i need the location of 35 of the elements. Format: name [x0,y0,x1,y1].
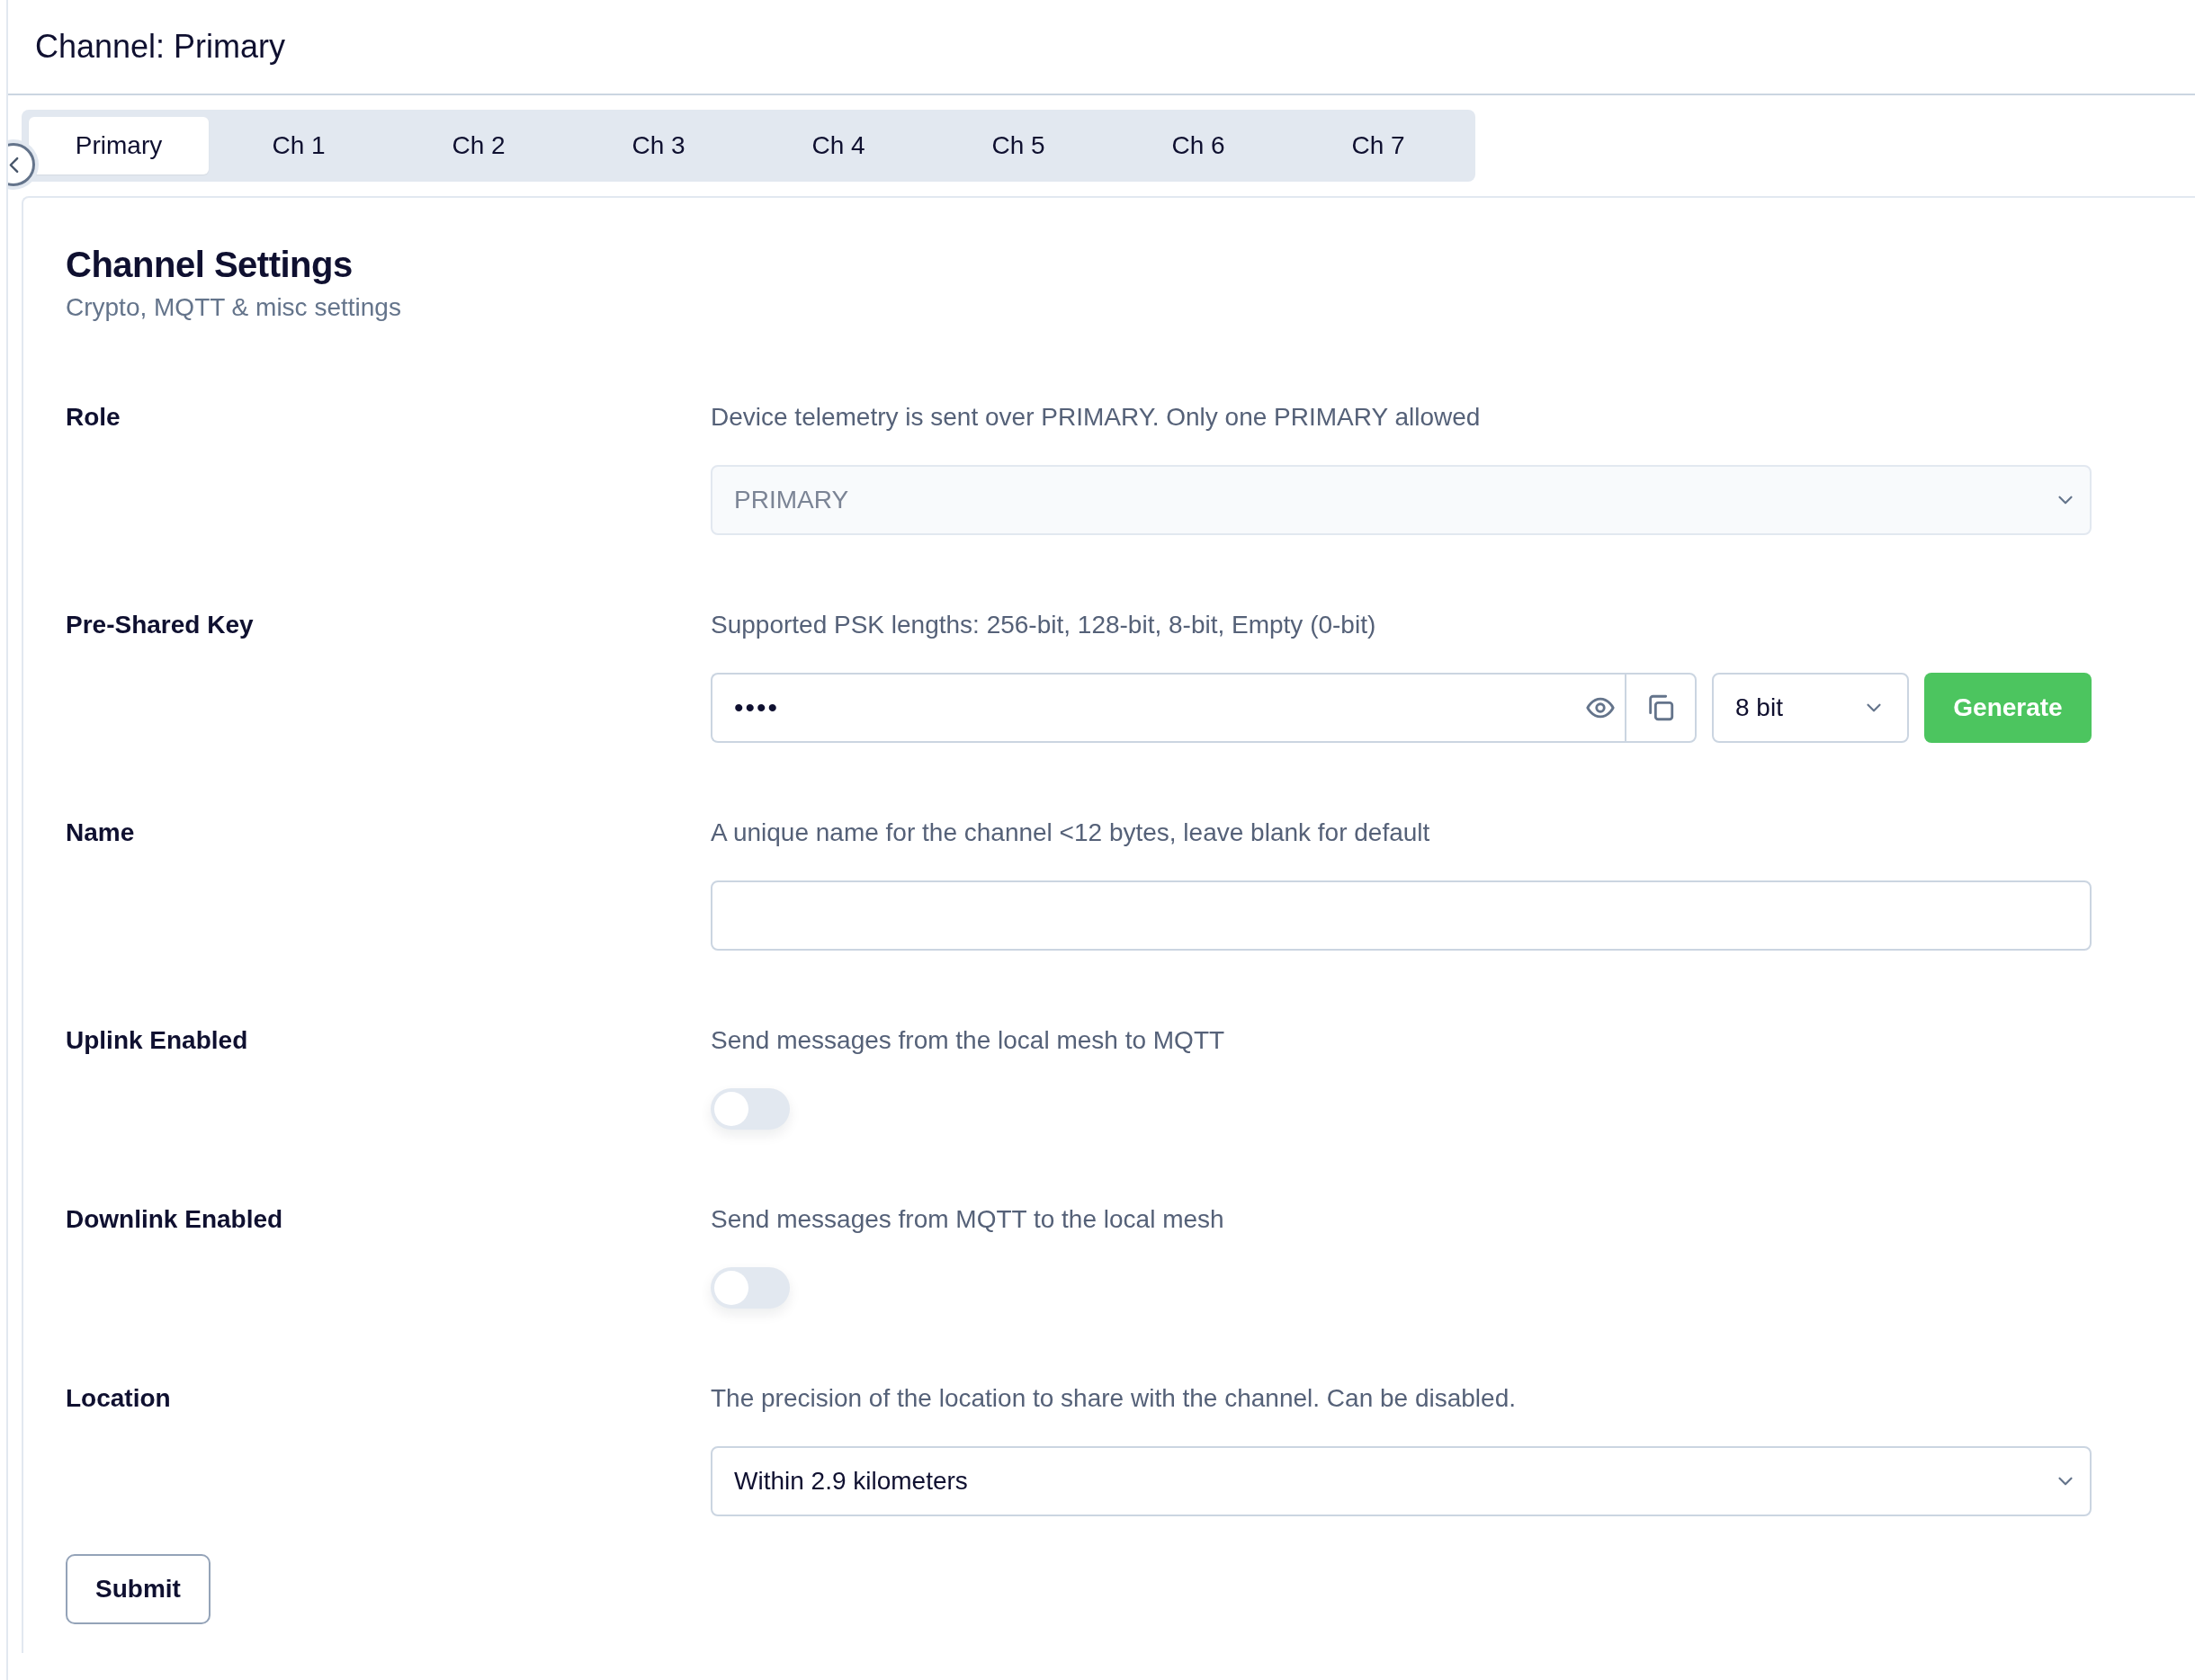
toggle-switch[interactable] [711,1088,790,1130]
section-subtitle: Crypto, MQTT & misc settings [66,292,402,323]
toggle-switch[interactable] [711,1267,790,1309]
select-value: Within 2.9 kilometers [734,1467,968,1496]
select-value: PRIMARY [734,486,849,514]
field-label: Uplink Enabled [66,1025,249,1056]
select-field[interactable]: Within 2.9 kilometers [711,1446,2092,1516]
field-description: The precision of the location to share with the channel. Can be disabled. [711,1383,1517,1414]
section-title: Channel Settings [66,244,354,286]
field-description: Send messages from MQTT to the local mesh [711,1204,1225,1235]
chevron-left-icon [8,156,19,174]
tab[interactable]: Ch 4 [748,117,928,174]
name-input-field[interactable] [711,880,2092,951]
submit-button[interactable]: Submit [66,1554,211,1624]
key-input-field[interactable]: •••• [711,673,1625,743]
field-description: A unique name for the channel <12 bytes, leave blank for default [711,818,1431,848]
copy-button[interactable] [1625,673,1697,743]
field-description: Supported PSK lengths: 256-bit, 128-bit, 8-bit, Empty (0-bit) [711,610,1377,640]
tab[interactable]: Ch 7 [1288,117,1468,174]
field-description: Device telemetry is sent over PRIMARY. Only one PRIMARY allowed [711,402,1482,433]
tab[interactable]: Ch 6 [1108,117,1288,174]
tab[interactable]: Ch 3 [569,117,748,174]
select-value: 8 bit [1735,693,1783,722]
tab[interactable]: Primary [29,117,209,174]
page-title: Channel: Primary [35,28,286,66]
field-label: Name [66,818,136,848]
tab[interactable]: Ch 5 [928,117,1108,174]
field-description: Send messages from the local mesh to MQTT [711,1025,1226,1056]
field-label: Location [66,1383,172,1414]
field-label: Role [66,402,121,433]
tab[interactable]: Ch 1 [209,117,389,174]
field-label: Pre-Shared Key [66,610,255,640]
bits-select[interactable]: 8 bit [1712,673,1909,743]
field-label: Downlink Enabled [66,1204,284,1235]
tab[interactable]: Ch 2 [389,117,569,174]
